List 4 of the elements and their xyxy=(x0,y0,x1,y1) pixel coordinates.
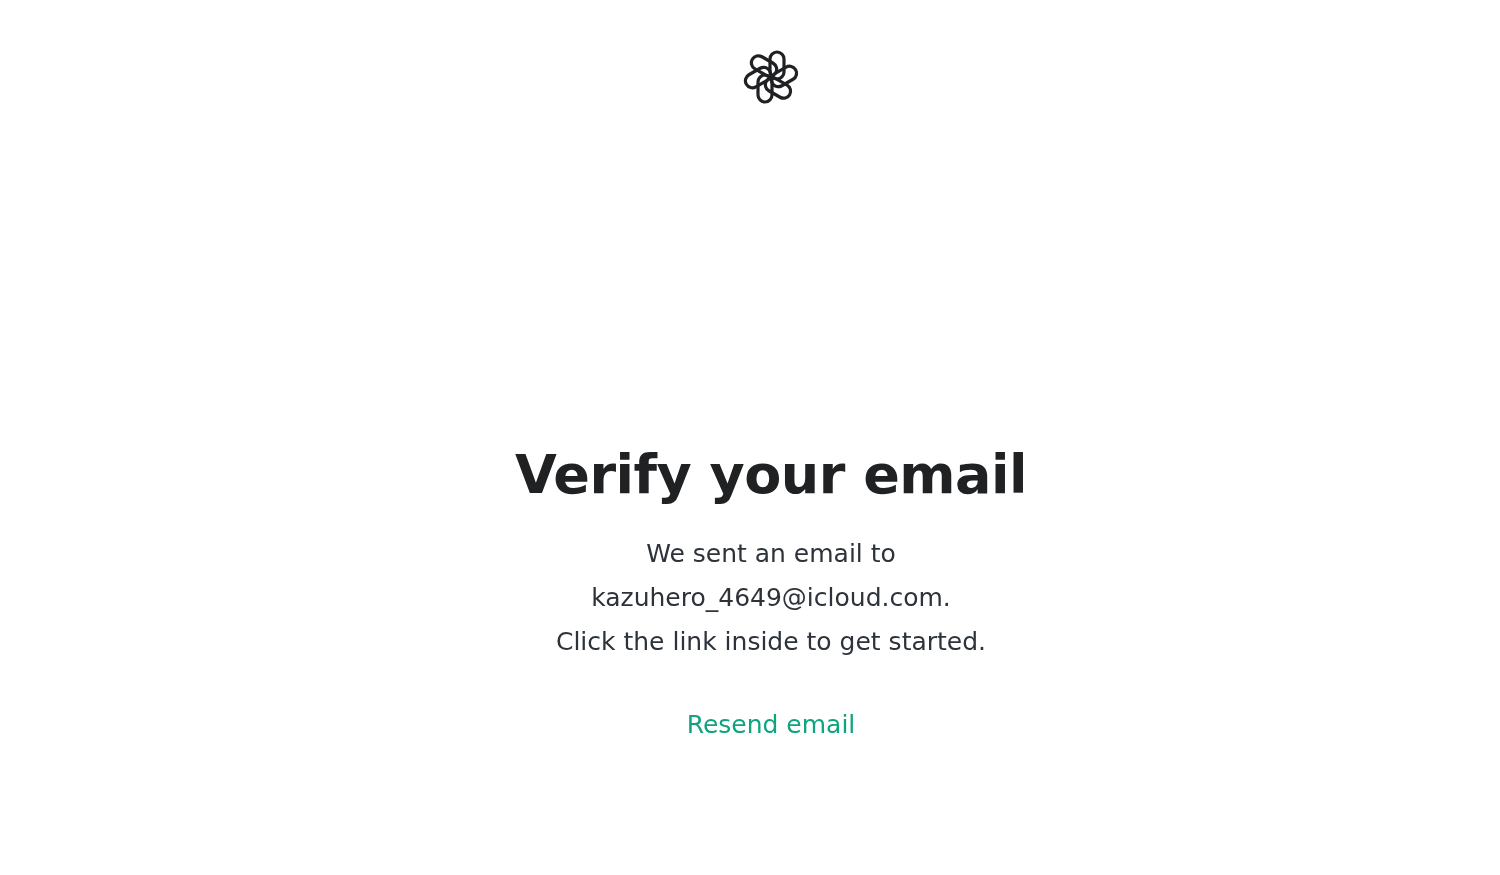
knot-logo-icon xyxy=(741,47,801,107)
verification-message: We sent an email to kazuhero_4649@icloud.com. Click the link inside to get started. xyxy=(555,537,987,658)
resend-email-link[interactable]: Resend email xyxy=(686,705,856,744)
page-title: Verify your email xyxy=(514,443,1028,508)
